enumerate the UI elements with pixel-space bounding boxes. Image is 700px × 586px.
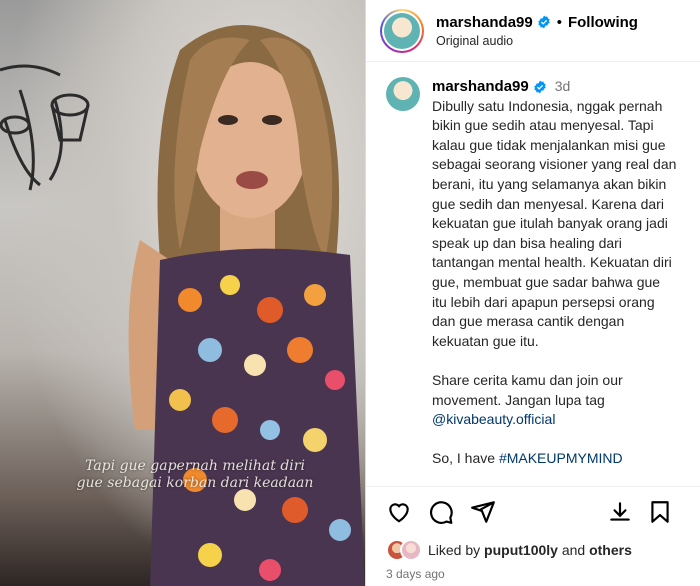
caption-line: Dibully satu Indonesia, nggak pernah	[432, 97, 663, 114]
chandelier-image	[0, 64, 90, 191]
caption-line: kekuatan gue itulah banyak orang jadi	[432, 215, 668, 232]
action-bar: Liked by puput100ly and others 3 days ag…	[366, 486, 700, 586]
caption-paragraph: Dibully satu Indonesia, nggak pernah bik…	[432, 97, 687, 352]
caption-paragraph: So, I have #MAKEUPMYMIND	[432, 449, 687, 469]
caption-line: berani, itu yang selamanya akan bikin	[432, 175, 667, 192]
username-link[interactable]: marshanda99	[432, 77, 529, 97]
verified-badge-icon	[534, 80, 546, 94]
caption-line: itu lebih dari apapun persepsi orang	[432, 293, 655, 310]
caption-line: tantangan mental health. Kekuatan diri	[432, 254, 672, 271]
mention-link[interactable]: @kivabeauty.official	[432, 410, 687, 430]
likes-prefix: Liked by	[428, 542, 485, 558]
video-caption: Tapi gue gapernah melihat diri gue sebag…	[60, 458, 330, 492]
person-image	[128, 25, 365, 586]
download-icon[interactable]	[607, 499, 633, 525]
video-caption-line: Tapi gue gapernah melihat diri	[85, 458, 305, 474]
post-timestamp[interactable]: 3 days ago	[366, 561, 700, 581]
caption-section: marshanda99 3d Dibully satu Indonesia, n…	[366, 63, 700, 485]
caption-line: kalau gue tidak menjalankan misi gue	[432, 136, 666, 153]
liker-avatar[interactable]	[400, 539, 422, 561]
caption-line: gue sedih dan menyesal. Karena dari	[432, 195, 664, 212]
share-icon[interactable]	[470, 499, 496, 525]
caption-line: gue, membuat gue sadar bahwa gue	[432, 273, 661, 290]
post-sidebar: marshanda99 • Following Original audio m…	[365, 0, 700, 586]
caption-line: Share cerita kamu dan join our	[432, 371, 623, 388]
story-ring[interactable]	[380, 8, 424, 53]
caption-line: speak up dan bisa healing dari	[432, 234, 622, 251]
caption-line: kekuatan gue itu.	[432, 332, 539, 349]
heart-icon[interactable]	[386, 499, 412, 525]
others-link[interactable]: others	[589, 542, 632, 558]
liker-username-link[interactable]: puput100ly	[484, 542, 558, 558]
username-link[interactable]: marshanda99	[436, 14, 533, 31]
video-caption-line: gue sebagai korban dari keadaan	[76, 475, 314, 491]
caption-line: bikin gue sedih atau menyesal. Tapi	[432, 117, 654, 134]
caption-text: So, I have	[432, 450, 499, 467]
audio-link[interactable]: Original audio	[436, 34, 638, 48]
save-icon[interactable]	[647, 499, 673, 525]
avatar[interactable]	[386, 77, 420, 111]
caption-line: sebagai seorang visioner yang real dan	[432, 156, 677, 173]
likes-middle: and	[557, 542, 590, 558]
likes-row: Liked by puput100ly and others	[366, 525, 700, 561]
caption-line: movement. Jangan lupa tag	[432, 391, 605, 408]
comment-icon[interactable]	[428, 499, 454, 525]
separator-dot: •	[556, 13, 562, 31]
video-player[interactable]: Tapi gue gapernah melihat diri gue sebag…	[0, 0, 365, 586]
avatar[interactable]	[384, 12, 420, 49]
post-time[interactable]: 3d	[555, 77, 571, 97]
caption-paragraph: Share cerita kamu dan join our movement.…	[432, 371, 687, 430]
verified-badge-icon	[538, 15, 550, 29]
post-header: marshanda99 • Following Original audio	[366, 0, 700, 62]
caption-line: dan gue merasa cantik dengan	[432, 313, 625, 330]
following-button[interactable]: Following	[568, 14, 638, 31]
hashtag-link[interactable]: #MAKEUPMYMIND	[499, 450, 623, 466]
